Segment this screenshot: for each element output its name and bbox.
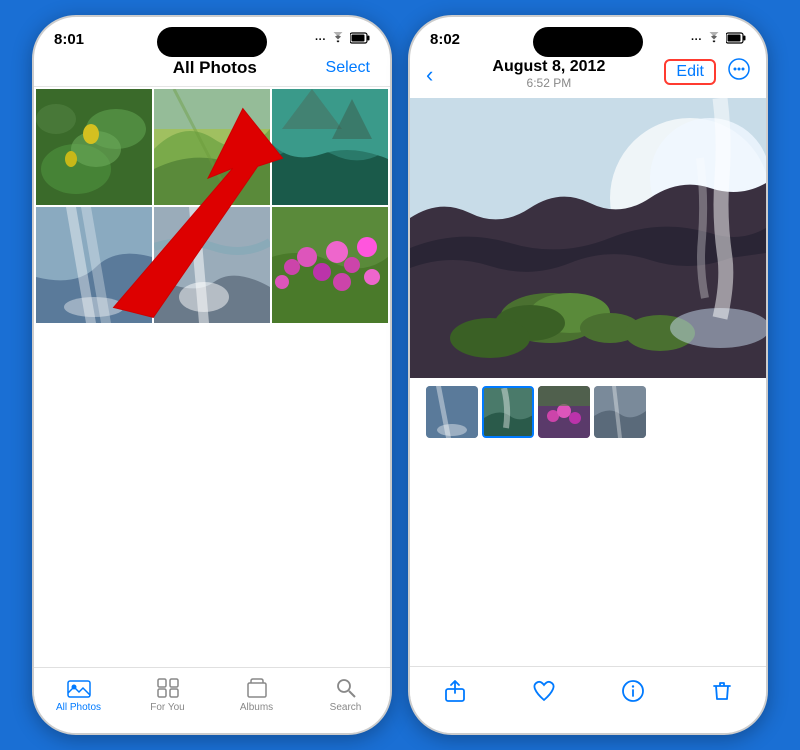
grid-photo-4[interactable] [36, 207, 152, 323]
dynamic-island-left [157, 27, 267, 57]
thumb-1[interactable] [426, 386, 478, 438]
favorite-button[interactable] [532, 679, 556, 709]
photo-detail-header: ‹ August 8, 2012 6:52 PM Edit [410, 54, 766, 98]
search-tab-icon [334, 676, 358, 700]
more-button[interactable] [728, 58, 750, 86]
time-right: 8:02 [430, 31, 460, 48]
albums-tab-icon [245, 676, 269, 700]
signal-icon-right: ··· [691, 34, 702, 46]
dynamic-island-right [533, 27, 643, 57]
date-info: August 8, 2012 6:52 PM [433, 58, 664, 90]
grid-photo-1[interactable] [36, 89, 152, 205]
grid-photo-6[interactable] [272, 207, 388, 323]
battery-icon [350, 32, 370, 47]
status-icons-right: ··· [691, 32, 746, 47]
photos-tab-icon [67, 676, 91, 700]
info-button[interactable] [621, 679, 645, 709]
action-bar-right [410, 666, 766, 733]
photo-grid [34, 87, 390, 325]
for-you-tab-icon [156, 676, 180, 700]
right-phone: 8:02 ··· ‹ August 8, 2012 [408, 15, 768, 735]
tab-albums[interactable]: Albums [212, 676, 301, 713]
back-button[interactable]: ‹ [426, 58, 433, 88]
thumb-4[interactable] [594, 386, 646, 438]
wifi-icon-right [706, 32, 722, 47]
tab-bar-left: All Photos For You Albums [34, 667, 390, 733]
tab-search-label: Search [330, 702, 362, 713]
date-sub: 6:52 PM [433, 76, 664, 90]
tab-all-photos-label: All Photos [56, 702, 101, 713]
signal-icon: ··· [315, 34, 326, 46]
nav-bar-left: All Photos Select [34, 54, 390, 87]
share-button[interactable] [443, 679, 467, 709]
status-icons-left: ··· [315, 32, 370, 47]
left-phone: 8:01 ··· All Photos Select [32, 15, 392, 735]
battery-icon-right [726, 32, 746, 47]
thumbnail-strip [410, 382, 766, 442]
thumb-2[interactable] [482, 386, 534, 438]
delete-button[interactable] [710, 679, 734, 709]
thumb-3[interactable] [538, 386, 590, 438]
tab-for-you-label: For You [150, 702, 184, 713]
date-main: August 8, 2012 [433, 58, 664, 76]
grid-photo-2[interactable] [154, 89, 270, 205]
select-button[interactable]: Select [326, 59, 370, 77]
tab-search[interactable]: Search [301, 676, 390, 713]
tab-albums-label: Albums [240, 702, 273, 713]
all-photos-title: All Photos [173, 58, 257, 78]
tab-for-you[interactable]: For You [123, 676, 212, 713]
edit-button[interactable]: Edit [664, 59, 716, 85]
wifi-icon [330, 32, 346, 47]
time-left: 8:01 [54, 31, 84, 48]
right-nav-actions: Edit [664, 58, 750, 86]
grid-photo-3[interactable] [272, 89, 388, 205]
tab-all-photos[interactable]: All Photos [34, 676, 123, 713]
main-photo[interactable] [410, 98, 766, 378]
grid-photo-5[interactable] [154, 207, 270, 323]
